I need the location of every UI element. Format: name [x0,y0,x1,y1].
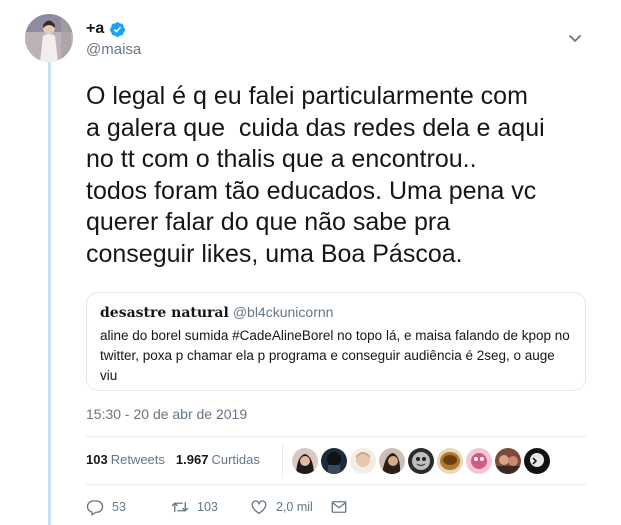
divider [86,436,586,437]
tweet-timestamp[interactable]: 15:30 - 20 de abr de 2019 [86,406,247,422]
retweet-button[interactable]: 103 [171,498,250,516]
quote-author-handle: @bl4ckunicornn [232,304,334,320]
likes-count: 1.967 [175,452,209,467]
divider [86,484,586,485]
tweet-stats: 103 Retweets 1.967 Curtidas [86,452,271,467]
direct-message-button[interactable] [330,498,348,516]
envelope-icon [331,501,347,513]
stats-separator [282,444,283,478]
liker-avatar[interactable] [524,448,550,474]
liker-avatar[interactable] [350,448,376,474]
chevron-down-icon[interactable] [568,34,582,44]
author-handle[interactable]: @maisa [86,41,141,58]
liker-avatar[interactable] [495,448,521,474]
like-count: 2,0 mil [276,500,313,514]
avatar[interactable] [25,14,73,62]
retweet-count: 103 [197,500,218,514]
retweets-label: Retweets [110,452,165,467]
like-button[interactable]: 2,0 mil [250,498,330,516]
tweet-actions: 53 103 2,0 mil [86,498,348,516]
reply-button[interactable]: 53 [86,498,171,516]
liker-avatar[interactable] [408,448,434,474]
retweets-count: 103 [86,452,108,467]
reply-count: 53 [112,500,126,514]
liker-avatar[interactable] [292,448,318,474]
tweet-text: O legal é q eu falei particularmente com… [86,82,545,268]
likes-stat[interactable]: 1.967 Curtidas [176,452,260,467]
reply-icon [86,500,104,516]
quote-author-name: desastre natural [100,305,229,321]
author-display-name[interactable]: +a [86,20,104,38]
quote-text: aline do borel sumida #CadeAlineBorel no… [100,328,570,383]
retweet-icon [171,501,189,513]
heart-icon [251,500,267,515]
likers-avatars [292,448,553,474]
verified-badge-icon [110,21,126,37]
liker-avatar[interactable] [437,448,463,474]
retweets-stat[interactable]: 103 Retweets [86,452,165,467]
liker-avatar[interactable] [379,448,405,474]
tweet-author: +a @maisa [86,18,141,58]
likes-label: Curtidas [211,452,260,467]
quoted-tweet[interactable]: desastre natural @bl4ckunicornn aline do … [86,292,586,391]
thread-line [48,58,51,525]
liker-avatar[interactable] [466,448,492,474]
liker-avatar[interactable] [321,448,347,474]
